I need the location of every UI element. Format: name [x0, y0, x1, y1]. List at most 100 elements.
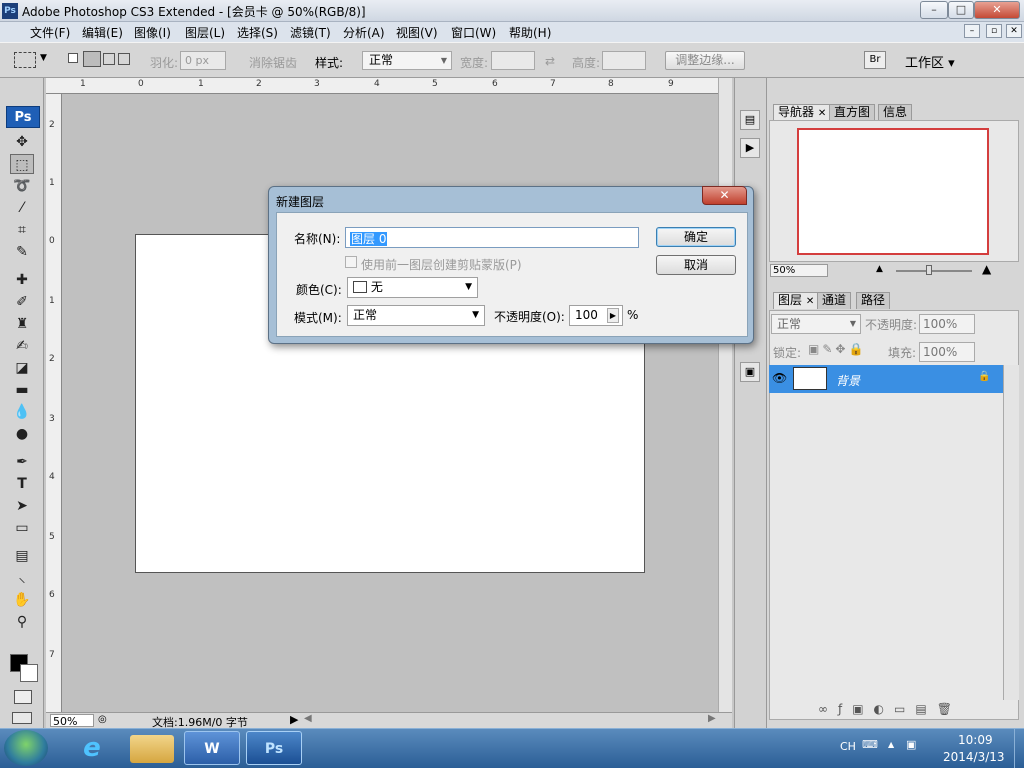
dialog-close-button[interactable]: ✕: [702, 186, 747, 205]
notes-icon[interactable]: ▤: [10, 546, 34, 566]
close-icon[interactable]: ✕: [806, 296, 814, 307]
tab-info[interactable]: 信息: [878, 104, 913, 121]
word-taskbar-button[interactable]: W: [184, 731, 240, 765]
show-hidden-icons-icon[interactable]: ▲: [888, 740, 894, 749]
menu-file[interactable]: 文件(F): [30, 24, 70, 41]
healing-icon[interactable]: ✚: [10, 270, 34, 290]
input-language-indicator[interactable]: CH: [840, 740, 856, 753]
add-selection-icon[interactable]: [83, 51, 101, 67]
style-select[interactable]: 正常 ▼: [362, 51, 452, 70]
layer-name-input[interactable]: 图层 0: [345, 227, 639, 248]
layer-opacity-field[interactable]: 100%: [919, 314, 975, 334]
layer-blend-mode-select[interactable]: 正常 ▼: [771, 314, 861, 334]
chevron-down-icon[interactable]: ▼: [40, 53, 47, 63]
height-input[interactable]: [602, 51, 646, 70]
fill-field[interactable]: 100%: [919, 342, 975, 362]
opacity-slider-arrow-icon[interactable]: ▶: [607, 308, 619, 323]
tool-presets-icon[interactable]: ▤: [740, 110, 760, 130]
internet-explorer-icon[interactable]: e: [64, 731, 120, 765]
width-input[interactable]: [491, 51, 535, 70]
stamp-icon[interactable]: ♜: [10, 314, 34, 334]
photoshop-logo[interactable]: Ps: [6, 106, 40, 128]
maximize-button[interactable]: □: [948, 1, 974, 19]
blur-icon[interactable]: 💧: [10, 402, 34, 422]
workspace-button[interactable]: 工作区 ▾: [905, 52, 955, 71]
close-icon[interactable]: ✕: [818, 108, 826, 119]
path-select-icon[interactable]: ➤: [10, 496, 34, 516]
hand-icon[interactable]: ✋: [10, 590, 34, 610]
show-desktop-button[interactable]: [1014, 729, 1024, 768]
tab-layers[interactable]: 图层 ✕: [773, 292, 820, 309]
quick-mask-icon[interactable]: [14, 690, 32, 704]
pen-icon[interactable]: ✒: [10, 452, 34, 472]
navigator-zoom-field[interactable]: 50%: [770, 264, 828, 277]
color-select[interactable]: 无 ▼: [347, 277, 478, 298]
menu-help[interactable]: 帮助(H): [509, 24, 551, 41]
subtract-selection-icon[interactable]: [103, 53, 115, 65]
feather-input[interactable]: 0 px: [180, 51, 226, 70]
layer-name[interactable]: 背景: [836, 372, 860, 389]
tab-paths[interactable]: 路径: [856, 292, 891, 309]
layer-footer-icons[interactable]: ∞ƒ▣◐▭▤🗑: [818, 702, 962, 716]
shape-icon[interactable]: ▭: [10, 518, 34, 538]
eraser-icon[interactable]: ◪: [10, 358, 34, 378]
background-color-swatch[interactable]: [20, 664, 38, 682]
move-icon[interactable]: ✥: [10, 132, 34, 152]
scroll-right-arrow-icon[interactable]: ▶: [708, 713, 716, 724]
file-explorer-icon[interactable]: [130, 735, 174, 763]
ok-button[interactable]: 确定: [656, 227, 736, 247]
intersect-selection-icon[interactable]: [118, 53, 130, 65]
gradient-icon[interactable]: ▬: [10, 380, 34, 400]
new-selection-icon[interactable]: [68, 53, 78, 63]
minimize-button[interactable]: –: [920, 1, 948, 19]
lasso-icon[interactable]: ➰: [10, 176, 34, 196]
menu-window[interactable]: 窗口(W): [451, 24, 496, 41]
zoom-level-field[interactable]: 50%: [50, 714, 94, 728]
tab-navigator[interactable]: 导航器 ✕: [773, 104, 832, 121]
menu-edit[interactable]: 编辑(E): [82, 24, 123, 41]
eyedropper-icon[interactable]: ⸜: [10, 568, 34, 588]
magic-wand-icon[interactable]: ⁄: [10, 198, 34, 218]
menu-image[interactable]: 图像(I): [134, 24, 171, 41]
status-zoom-icon[interactable]: ◎: [98, 714, 107, 725]
zoom-out-icon[interactable]: ▲: [876, 264, 883, 274]
keyboard-icon[interactable]: ⌨: [862, 738, 878, 751]
doc-minimize-button[interactable]: –: [964, 24, 980, 38]
layer-thumbnail[interactable]: [793, 367, 827, 390]
photoshop-taskbar-button[interactable]: Ps: [246, 731, 302, 765]
vertical-scrollbar[interactable]: [718, 78, 732, 712]
history-brush-icon[interactable]: ✍: [10, 336, 34, 356]
marquee-preset-icon[interactable]: [14, 52, 36, 68]
lock-icons[interactable]: ▣✎✥🔒: [808, 342, 866, 356]
dodge-icon[interactable]: ●: [10, 424, 34, 444]
menu-view[interactable]: 视图(V): [396, 24, 438, 41]
menu-layer[interactable]: 图层(L): [185, 24, 225, 41]
network-icon[interactable]: ▣: [906, 738, 916, 751]
slice-icon[interactable]: ✎: [10, 242, 34, 262]
layers-scrollbar[interactable]: [1003, 365, 1019, 700]
tab-histogram[interactable]: 直方图: [829, 104, 876, 121]
status-menu-arrow-icon[interactable]: ▶: [290, 713, 298, 726]
navigator-zoom-slider[interactable]: [896, 270, 972, 272]
clock-time[interactable]: 10:09: [958, 733, 993, 747]
zoom-icon[interactable]: ⚲: [10, 612, 34, 632]
zoom-in-icon[interactable]: ▲: [982, 262, 991, 276]
scroll-left-arrow-icon[interactable]: ◀: [304, 713, 312, 724]
start-button[interactable]: [4, 730, 48, 766]
cancel-button[interactable]: 取消: [656, 255, 736, 275]
bridge-icon[interactable]: Br: [864, 51, 886, 69]
menu-analysis[interactable]: 分析(A): [343, 24, 385, 41]
crop-icon[interactable]: ⌗: [10, 220, 34, 240]
photoshop-app-icon[interactable]: Ps: [2, 3, 18, 19]
type-icon[interactable]: T: [10, 474, 34, 494]
screen-mode-icon[interactable]: [12, 712, 32, 724]
actions-icon[interactable]: ▶: [740, 138, 760, 158]
visibility-eye-icon[interactable]: 👁: [772, 371, 787, 385]
tab-channels[interactable]: 通道: [817, 292, 852, 309]
navigator-preview[interactable]: [797, 128, 989, 255]
close-window-button[interactable]: ✕: [974, 1, 1020, 19]
marquee-icon[interactable]: ⬚: [10, 154, 34, 174]
clipping-mask-checkbox[interactable]: [345, 256, 357, 268]
opacity-input[interactable]: 100 ▶: [569, 305, 623, 326]
slider-thumb[interactable]: [926, 265, 932, 275]
